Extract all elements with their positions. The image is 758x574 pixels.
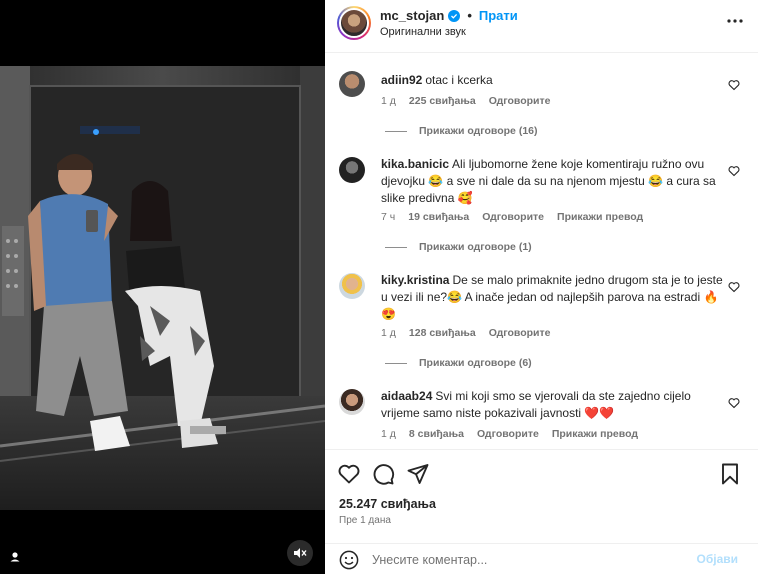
more-options-button[interactable]	[726, 12, 744, 30]
original-audio-link[interactable]: Оригинални звук	[380, 26, 466, 38]
commenter-avatar[interactable]	[339, 273, 365, 299]
heart-icon[interactable]	[337, 462, 361, 486]
commenter-avatar[interactable]	[339, 71, 365, 97]
separator-dot: •	[467, 8, 472, 23]
post-actions: 25.247 свиђања Пре 1 дана	[325, 449, 758, 543]
post-comment-button[interactable]: Објави	[696, 552, 738, 566]
commenter-avatar[interactable]	[339, 389, 365, 415]
comment-username[interactable]: aidaab24	[381, 389, 432, 403]
comment-time: 1 д	[381, 95, 396, 107]
comment-icon[interactable]	[371, 462, 395, 486]
comment-meta: 7 ч 19 свиђања Одговорите Прикажи превод	[381, 211, 643, 223]
comment-likes[interactable]: 8 свиђања	[409, 428, 464, 440]
elevator-selfie-image	[0, 66, 325, 510]
comment-content: otac i kcerka	[425, 73, 493, 87]
view-replies-label: Прикажи одговоре (1)	[419, 241, 532, 253]
mute-button[interactable]	[287, 540, 313, 566]
comment-text: kika.banicic Ali ljubomorne žene koje kom…	[381, 156, 724, 207]
comment-likes[interactable]: 225 свиђања	[409, 95, 476, 107]
comment-username[interactable]: kiky.kristina	[381, 273, 449, 287]
bookmark-icon[interactable]	[718, 462, 742, 486]
comment-input[interactable]	[372, 550, 692, 570]
post-header: mc_stojan • Прати Оригинални звук	[325, 0, 758, 53]
view-replies-label: Прикажи одговоре (6)	[419, 357, 532, 369]
post-likes[interactable]: 25.247 свиђања	[339, 497, 436, 511]
comment-likes[interactable]: 19 свиђања	[408, 211, 469, 223]
heart-icon[interactable]	[728, 79, 740, 91]
verified-icon	[448, 9, 461, 22]
comment-time: 1 д	[381, 327, 396, 339]
post-media[interactable]	[0, 0, 325, 574]
post-details-panel: mc_stojan • Прати Оригинални звук adiin9…	[325, 0, 758, 574]
view-replies-button[interactable]: Прикажи одговоре (16)	[385, 125, 538, 137]
comment-time: 7 ч	[381, 211, 396, 223]
post-time: Пре 1 дана	[339, 515, 391, 526]
comment-username[interactable]: kika.banicic	[381, 157, 449, 171]
comment-composer: Објави	[325, 543, 758, 574]
heart-icon[interactable]	[728, 281, 740, 293]
reply-button[interactable]: Одговорите	[482, 211, 544, 223]
comment-time: 1 д	[381, 428, 396, 440]
comment-meta: 1 д 225 свиђања Одговорите	[381, 95, 551, 107]
reply-button[interactable]: Одговорите	[477, 428, 539, 440]
comment-meta: 1 д 128 свиђања Одговорите	[381, 327, 551, 339]
comment-text: aidaab24 Svi mi koji smo se vjerovali da …	[381, 388, 724, 422]
reply-button[interactable]: Одговорите	[489, 95, 551, 107]
comments-list[interactable]: adiin92 otac i kcerka 1 д 225 свиђања Одг…	[325, 53, 758, 449]
more-icon	[727, 19, 743, 23]
view-replies-button[interactable]: Прикажи одговоре (1)	[385, 241, 532, 253]
author-line: mc_stojan • Прати	[380, 8, 518, 23]
user-tag-icon[interactable]	[6, 548, 24, 566]
comment-meta: 1 д 8 свиђања Одговорите Прикажи превод	[381, 428, 638, 440]
reply-button[interactable]: Одговорите	[489, 327, 551, 339]
comment-username[interactable]: adiin92	[381, 73, 422, 87]
post-photo[interactable]	[0, 66, 325, 510]
author-username[interactable]: mc_stojan	[380, 8, 444, 23]
translate-button[interactable]: Прикажи превод	[557, 211, 643, 223]
heart-icon[interactable]	[728, 165, 740, 177]
author-avatar[interactable]	[337, 6, 371, 40]
view-replies-button[interactable]: Прикажи одговоре (6)	[385, 357, 532, 369]
commenter-avatar[interactable]	[339, 157, 365, 183]
view-replies-label: Прикажи одговоре (16)	[419, 125, 538, 137]
comment-text: kiky.kristina De se malo primaknite jedno…	[381, 272, 724, 323]
mute-icon	[294, 548, 307, 558]
emoji-icon[interactable]	[339, 550, 359, 570]
comment-text: adiin92 otac i kcerka	[381, 72, 724, 89]
follow-button[interactable]: Прати	[479, 8, 518, 23]
share-icon[interactable]	[406, 462, 430, 486]
comment-likes[interactable]: 128 свиђања	[409, 327, 476, 339]
translate-button[interactable]: Прикажи превод	[552, 428, 638, 440]
heart-icon[interactable]	[728, 397, 740, 409]
